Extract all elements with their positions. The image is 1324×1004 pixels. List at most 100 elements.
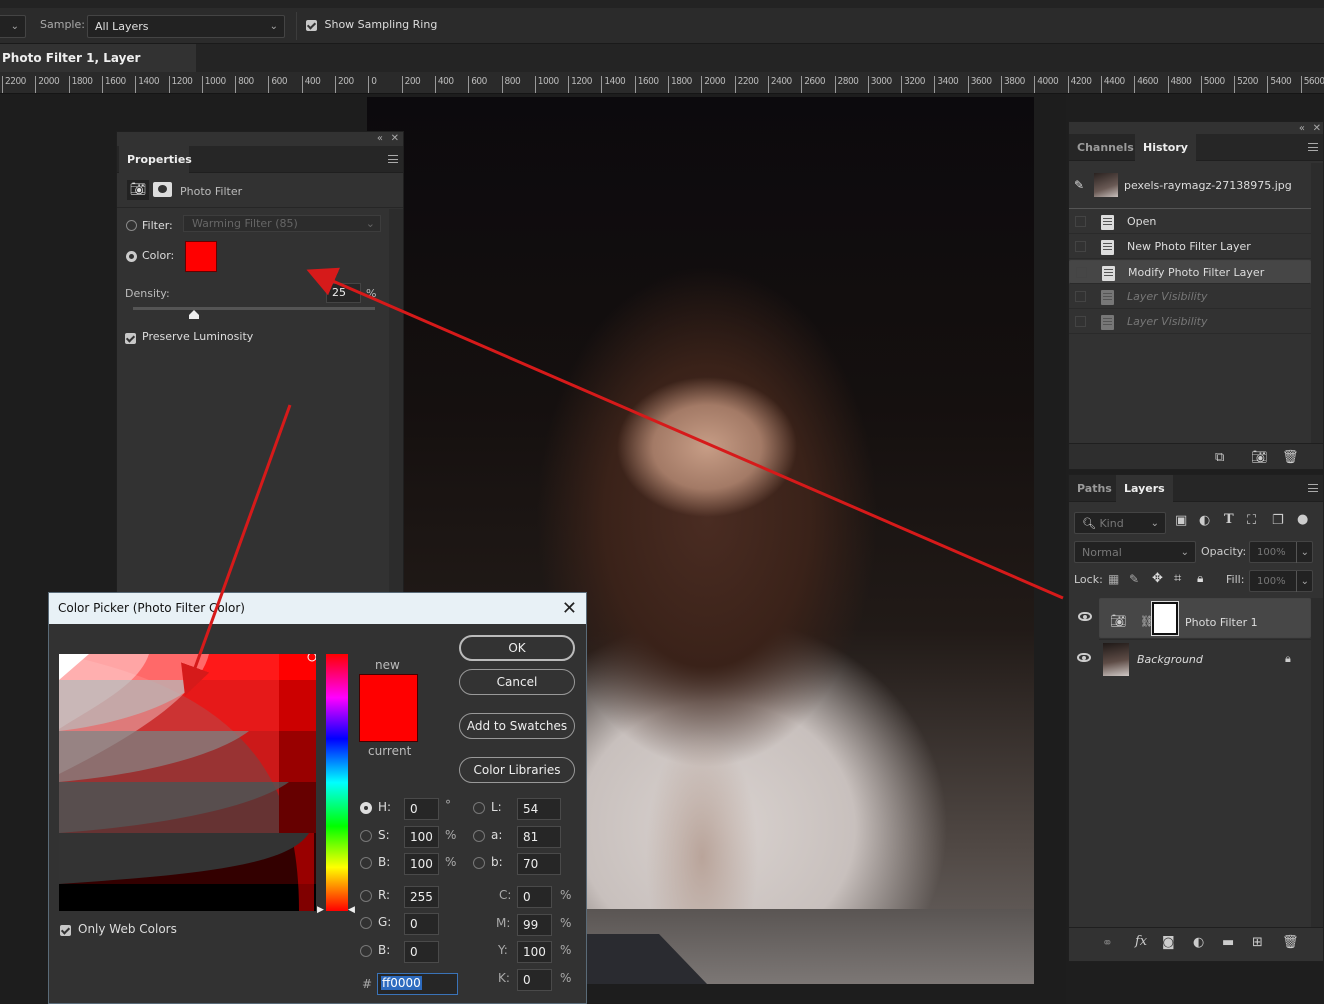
show-sampling-ring-checkbox[interactable]: Show Sampling Ring [306,18,437,31]
a-channel-radio[interactable] [473,830,485,842]
close-panel-icon[interactable]: ✕ [1313,123,1321,134]
history-state-row[interactable]: Open [1069,210,1311,234]
layer-mask-thumbnail[interactable] [1151,601,1179,636]
density-slider-track[interactable] [133,307,375,310]
close-panel-icon[interactable]: ✕ [391,133,399,144]
history-state-row[interactable]: Layer Visibility [1069,310,1311,334]
blue-radio[interactable] [360,945,372,957]
brightness-radio[interactable] [360,857,372,869]
hue-input[interactable]: 0 [404,798,439,820]
lightness-input[interactable]: 54 [517,798,561,820]
sample-dropdown[interactable]: All Layers ⌄ [87,15,285,38]
tab-paths[interactable]: Paths [1069,475,1120,502]
blend-mode-dropdown[interactable]: Normal ⌄ [1074,541,1196,563]
layer-row-background[interactable]: Background 🔒︎ [1077,639,1311,679]
chevron-down-icon[interactable]: ⌄ [1295,542,1309,563]
new-snapshot-camera-icon[interactable]: 📷︎ [1251,450,1268,465]
collapse-panel-icon[interactable]: « [377,133,383,144]
hue-slider[interactable] [326,654,348,911]
panel-menu-icon[interactable] [1308,143,1318,151]
tab-history[interactable]: History [1135,134,1196,162]
lock-image-pixels-brush-icon[interactable]: ✎ [1129,572,1139,586]
history-state-row[interactable]: New Photo Filter Layer [1069,235,1311,259]
photo-filter-camera-icon[interactable]: 📷︎ [127,180,149,200]
filter-shape-layer-icon[interactable]: ⛶ [1247,513,1256,528]
color-field[interactable] [59,654,316,911]
lock-all-icon[interactable]: 🔒︎ [1197,571,1203,586]
history-brush-icon[interactable]: ✎ [1074,178,1084,192]
history-snapshot[interactable]: ✎ pexels-raymagz-27138975.jpg [1069,163,1311,209]
only-web-colors-checkbox[interactable] [60,923,71,936]
panel-menu-icon[interactable] [1308,484,1318,492]
visibility-eye-icon[interactable] [1078,612,1092,621]
history-scrollbar[interactable] [1311,163,1323,443]
fill-input[interactable]: 100% ⌄ [1249,570,1313,592]
history-source-checkbox[interactable] [1075,291,1086,302]
tab-channels[interactable]: Channels [1069,134,1142,161]
filter-smart-object-icon[interactable]: ❐ [1272,513,1284,528]
dialog-title-bar[interactable]: Color Picker (Photo Filter Color) ✕ [49,593,586,624]
new-layer-icon[interactable]: ⊞ [1252,935,1263,950]
layer-mask-icon[interactable] [153,182,172,197]
filter-pixel-layer-icon[interactable]: ▣ [1175,513,1187,528]
filter-type-layer-icon[interactable]: T [1224,512,1234,527]
green-radio[interactable] [360,917,372,929]
magenta-input[interactable]: 99 [517,914,552,936]
ok-button[interactable]: OK [459,635,575,661]
hue-radio[interactable] [360,802,372,814]
tab-layers[interactable]: Layers [1116,475,1173,503]
layer-style-fx-icon[interactable]: fx [1135,934,1147,949]
saturation-radio[interactable] [360,830,372,842]
chevron-down-icon[interactable]: ⌄ [1295,571,1309,592]
yellow-input[interactable]: 100 [517,941,552,963]
saturation-input[interactable]: 100 [404,826,439,848]
new-group-folder-icon[interactable]: ▬ [1222,935,1234,950]
black-input[interactable]: 0 [517,969,552,991]
visibility-eye-icon[interactable] [1077,653,1091,662]
history-source-checkbox[interactable] [1076,267,1087,278]
color-radio[interactable] [126,249,137,262]
filter-dropdown[interactable]: Warming Filter (85) ⌄ [183,215,381,232]
a-channel-input[interactable]: 81 [517,826,561,848]
history-source-checkbox[interactable] [1075,241,1086,252]
history-state-row[interactable]: Modify Photo Filter Layer [1069,260,1311,284]
properties-scrollbar[interactable] [389,209,403,602]
b-channel-input[interactable]: 70 [517,853,561,875]
hex-input[interactable]: ff0000 [377,973,458,995]
opacity-input[interactable]: 100% ⌄ [1249,541,1313,563]
cancel-button[interactable]: Cancel [459,669,575,695]
lock-transparent-pixels-icon[interactable]: ▦ [1108,572,1119,586]
link-layers-icon[interactable]: ⚭ [1102,936,1113,951]
delete-trash-icon[interactable]: 🗑︎ [1282,450,1299,465]
history-source-checkbox[interactable] [1075,216,1086,227]
density-input[interactable]: 25 [326,283,361,303]
red-radio[interactable] [360,890,372,902]
color-swatch[interactable] [185,241,217,272]
layer-row-photo-filter[interactable]: 📷︎ ⛓ Photo Filter 1 [1078,598,1311,638]
panel-menu-icon[interactable] [388,155,398,163]
new-document-from-state-icon[interactable]: ⧉ [1215,450,1224,465]
layer-filter-kind-dropdown[interactable]: 🔍︎ Kind ⌄ [1074,512,1166,534]
lock-position-move-icon[interactable]: ✥ [1152,571,1163,586]
color-libraries-button[interactable]: Color Libraries [459,757,575,783]
tool-preset-dropdown[interactable]: ⌄ [0,15,26,38]
add-to-swatches-button[interactable]: Add to Swatches [459,713,575,739]
document-tab[interactable]: Photo Filter 1, Layer Mask/8) * × [0,44,196,93]
lock-artboard-icon[interactable]: ⌗ [1174,571,1181,586]
blue-input[interactable]: 0 [404,941,439,963]
tab-properties[interactable]: Properties [119,146,192,174]
brightness-input[interactable]: 100 [404,853,439,875]
current-color-swatch[interactable] [359,708,418,742]
cyan-input[interactable]: 0 [517,886,552,908]
new-adjustment-layer-icon[interactable]: ◐ [1193,935,1204,950]
collapse-panel-icon[interactable]: « [1299,123,1305,134]
close-dialog-icon[interactable]: ✕ [562,593,577,624]
delete-layer-trash-icon[interactable]: 🗑︎ [1282,935,1299,950]
history-source-checkbox[interactable] [1075,316,1086,327]
density-slider-thumb[interactable] [188,310,200,320]
filter-radio[interactable] [126,218,137,231]
preserve-luminosity-checkbox[interactable] [125,331,136,344]
filter-toggle-icon[interactable]: ● [1297,512,1308,527]
history-state-row[interactable]: Layer Visibility [1069,285,1311,309]
hue-slider-left-thumb[interactable]: ▶ [317,905,324,915]
